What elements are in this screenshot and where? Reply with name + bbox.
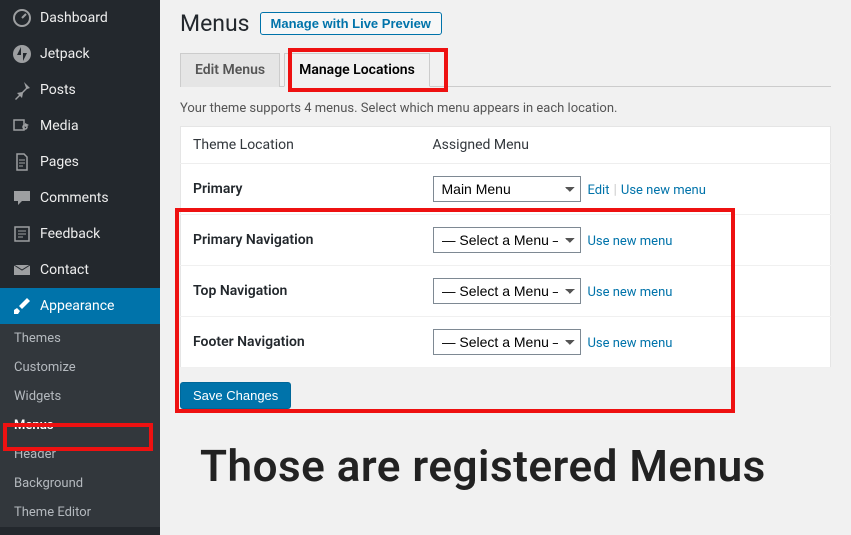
sidebar-label: Jetpack — [40, 46, 90, 62]
location-name: Primary — [181, 164, 421, 215]
submenu-menus[interactable]: Menus — [0, 411, 160, 440]
th-assigned: Assigned Menu — [421, 127, 831, 164]
location-name: Primary Navigation — [181, 215, 421, 266]
location-name: Top Navigation — [181, 266, 421, 317]
brush-icon — [12, 296, 32, 316]
sidebar-label: Comments — [40, 190, 109, 206]
use-new-menu-link[interactable]: Use new menu — [587, 285, 672, 300]
submenu-customize[interactable]: Customize — [0, 353, 160, 382]
sidebar-item-media[interactable]: Media — [0, 108, 160, 144]
submenu-header[interactable]: Header — [0, 440, 160, 469]
save-changes-button[interactable]: Save Changes — [180, 382, 291, 409]
tabs: Edit Menus Manage Locations — [180, 53, 831, 87]
tab-edit-menus[interactable]: Edit Menus — [180, 53, 280, 87]
submenu-themes[interactable]: Themes — [0, 324, 160, 353]
sidebar-label: Contact — [40, 262, 89, 278]
menu-select-primary-nav[interactable]: — Select a Menu — — [433, 227, 581, 253]
location-name: Footer Navigation — [181, 317, 421, 368]
table-row: Primary Main Menu Edit|Use new menu — [181, 164, 831, 215]
sidebar-item-appearance[interactable]: Appearance — [0, 288, 160, 324]
use-new-menu-link[interactable]: Use new menu — [587, 336, 672, 351]
th-location: Theme Location — [181, 127, 421, 164]
sidebar-label: Posts — [40, 82, 76, 98]
sidebar-item-dashboard[interactable]: Dashboard — [0, 0, 160, 36]
annotation-caption: Those are registered Menus — [200, 440, 766, 492]
dashboard-icon — [12, 8, 32, 28]
use-new-menu-link[interactable]: Use new menu — [621, 183, 706, 198]
sidebar-item-posts[interactable]: Posts — [0, 72, 160, 108]
table-row: Footer Navigation — Select a Menu — Use … — [181, 317, 831, 368]
sidebar-label: Appearance — [40, 298, 114, 314]
table-row: Top Navigation — Select a Menu — Use new… — [181, 266, 831, 317]
submenu-widgets[interactable]: Widgets — [0, 382, 160, 411]
menu-select-top-nav[interactable]: — Select a Menu — — [433, 278, 581, 304]
sidebar-item-jetpack[interactable]: Jetpack — [0, 36, 160, 72]
submenu-background[interactable]: Background — [0, 469, 160, 498]
sidebar-label: Feedback — [40, 226, 100, 242]
mail-icon — [12, 260, 32, 280]
media-icon — [12, 116, 32, 136]
sidebar-label: Dashboard — [40, 10, 108, 26]
use-new-menu-link[interactable]: Use new menu — [587, 234, 672, 249]
menu-select-footer-nav[interactable]: — Select a Menu — — [433, 329, 581, 355]
admin-sidebar: Dashboard Jetpack Posts Media Pages Comm… — [0, 0, 160, 535]
submenu-theme-editor[interactable]: Theme Editor — [0, 498, 160, 527]
live-preview-button[interactable]: Manage with Live Preview — [260, 12, 442, 35]
appearance-submenu: Themes Customize Widgets Menus Header Ba… — [0, 324, 160, 527]
sidebar-label: Media — [40, 118, 79, 134]
comment-icon — [12, 188, 32, 208]
sidebar-item-feedback[interactable]: Feedback — [0, 216, 160, 252]
sidebar-item-comments[interactable]: Comments — [0, 180, 160, 216]
pages-icon — [12, 152, 32, 172]
table-row: Primary Navigation — Select a Menu — Use… — [181, 215, 831, 266]
tab-manage-locations[interactable]: Manage Locations — [284, 53, 430, 87]
edit-link[interactable]: Edit — [587, 183, 609, 198]
sidebar-label: Pages — [40, 154, 79, 170]
locations-table: Theme Location Assigned Menu Primary Mai… — [180, 126, 831, 368]
pin-icon — [12, 80, 32, 100]
sidebar-item-contact[interactable]: Contact — [0, 252, 160, 288]
sidebar-item-pages[interactable]: Pages — [0, 144, 160, 180]
page-title: Menus — [180, 10, 250, 37]
menu-select-primary[interactable]: Main Menu — [433, 176, 581, 202]
form-icon — [12, 224, 32, 244]
jetpack-icon — [12, 44, 32, 64]
description-text: Your theme supports 4 menus. Select whic… — [180, 101, 831, 116]
